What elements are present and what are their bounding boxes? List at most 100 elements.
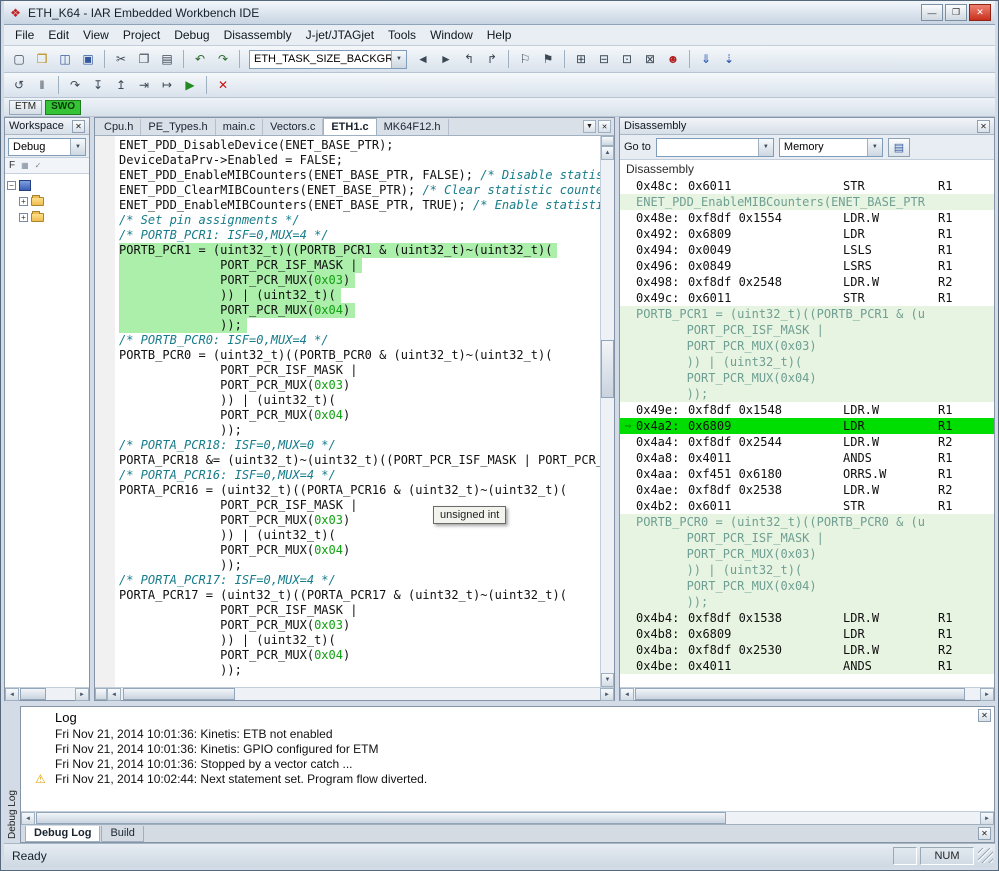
tab-close-icon[interactable]: ✕ [598,120,611,133]
minimize-button[interactable]: — [921,4,943,21]
disasm-row[interactable]: 0x4be:0x4011ANDSR1 [620,658,994,674]
next-statement-button[interactable]: ⇥ [133,75,155,95]
navigate-backward-button[interactable]: ↰ [458,49,480,69]
close-button[interactable]: ✕ [969,4,991,21]
expand-icon[interactable]: + [19,197,28,206]
log-side-tab[interactable]: Debug Log [4,706,20,843]
menu-item-help[interactable]: Help [480,26,519,44]
tab-mk64f12-h[interactable]: MK64F12.h [377,119,449,135]
run-to-cursor-button[interactable]: ↦ [156,75,178,95]
tab-debug-log[interactable]: Debug Log [25,826,100,842]
split-handle[interactable] [95,688,107,700]
disasm-row[interactable]: 0x494:0x0049LSLSR1 [620,242,994,258]
disasm-row[interactable]: 0x49e:0xf8df 0x1548LDR.WR1 [620,402,994,418]
disassembly-close-icon[interactable]: ✕ [977,120,990,133]
target-combo[interactable]: Debug ▼ [8,138,86,156]
download-and-debug-button[interactable]: ⇓ [695,49,717,69]
scroll-track[interactable] [19,688,75,700]
navigate-forward-button[interactable]: ↱ [481,49,503,69]
redo-button[interactable]: ↷ [212,49,234,69]
menu-item-view[interactable]: View [76,26,116,44]
scroll-track[interactable] [121,688,600,700]
editor-vscrollbar[interactable]: ▲ ▼ [600,136,614,687]
goto-combo[interactable]: ▼ [656,138,774,157]
disasm-row[interactable]: PORTB_PCR0 = (uint32_t)((PORTB_PCR0 & (u [620,514,994,530]
disasm-row[interactable]: )); [620,594,994,610]
scroll-left-icon[interactable]: ◄ [5,688,19,701]
disasm-row[interactable]: PORTB_PCR1 = (uint32_t)((PORTB_PCR1 & (u [620,306,994,322]
disasm-row[interactable]: 0x48c:0x6011STRR1 [620,178,994,194]
disasm-row[interactable]: PORT_PCR_MUX(0x04) [620,370,994,386]
disasm-row[interactable]: ENET_PDD_EnableMIBCounters(ENET_BASE_PTR [620,194,994,210]
menu-item-debug[interactable]: Debug [167,26,216,44]
step-over-button[interactable]: ↷ [64,75,86,95]
disasm-row[interactable]: 0x4ba:0xf8df 0x2530LDR.WR2 [620,642,994,658]
disasm-row[interactable]: 0x496:0x0849LSRSR1 [620,258,994,274]
new-document-button[interactable]: ▢ [8,49,30,69]
disasm-row[interactable]: 0x4a4:0xf8df 0x2544LDR.WR2 [620,434,994,450]
view-mode-combo[interactable]: Memory ▼ [779,138,883,157]
menu-item-tools[interactable]: Tools [381,26,423,44]
cut-button[interactable]: ✂ [110,49,132,69]
workspace-close-icon[interactable]: ✕ [72,120,85,133]
disasm-row[interactable]: 0x4aa:0xf451 0x6180ORRS.WR1 [620,466,994,482]
scroll-track[interactable] [35,812,980,824]
next-bookmark-button[interactable]: ⚑ [537,49,559,69]
scroll-right-icon[interactable]: ► [600,688,614,701]
swo-button[interactable]: SWO [45,100,81,115]
chevron-down-icon[interactable]: ▼ [391,51,406,68]
scroll-thumb[interactable] [36,812,726,824]
scroll-up-icon[interactable]: ▲ [601,146,614,160]
tab-list-icon[interactable]: ▼ [583,120,596,133]
chevron-down-icon[interactable]: ▼ [70,139,85,155]
tab-eth1-c[interactable]: ETH1.c [323,118,376,135]
stop-debugging-button[interactable]: ✕ [212,75,234,95]
tree-row-group[interactable]: + [7,209,87,225]
scroll-thumb[interactable] [20,688,46,700]
disassembly-hscrollbar[interactable]: ◄ ► [620,687,994,700]
scroll-track[interactable] [601,160,614,673]
save-button[interactable]: ◫ [54,49,76,69]
disasm-row[interactable]: 0x4a8:0x4011ANDSR1 [620,450,994,466]
tab-vectors-c[interactable]: Vectors.c [263,119,323,135]
chevron-down-icon[interactable]: ▼ [867,139,882,156]
menu-item-edit[interactable]: Edit [41,26,76,44]
find-next-button[interactable]: ► [435,49,457,69]
break-button[interactable]: ‖ [31,75,53,95]
disasm-row[interactable]: PORT_PCR_MUX(0x04) [620,578,994,594]
watch-window-button[interactable]: ⊡ [616,49,638,69]
save-all-button[interactable]: ▣ [77,49,99,69]
tree-row-group[interactable]: + [7,193,87,209]
scroll-thumb[interactable] [601,340,614,398]
find-previous-button[interactable]: ◄ [412,49,434,69]
tab-build[interactable]: Build [101,826,143,842]
debugger-button[interactable]: ☻ [662,49,684,69]
expand-icon[interactable]: + [19,213,28,222]
disasm-row[interactable]: 0x492:0x6809LDRR1 [620,226,994,242]
log-close-icon[interactable]: ✕ [978,709,991,722]
collapse-icon[interactable]: − [7,181,16,190]
open-file-button[interactable]: ❒ [31,49,53,69]
disasm-row[interactable]: ⇨0x4a2:0x6809LDRR1 [620,418,994,434]
disasm-row[interactable]: PORT_PCR_MUX(0x03) [620,546,994,562]
undo-button[interactable]: ↶ [189,49,211,69]
disasm-row[interactable]: )); [620,386,994,402]
tab-pe-types-h[interactable]: PE_Types.h [141,119,215,135]
disasm-row[interactable]: PORT_PCR_ISF_MASK | [620,322,994,338]
etm-button[interactable]: ETM [9,100,42,115]
disasm-row[interactable]: 0x498:0xf8df 0x2548LDR.WR2 [620,274,994,290]
log-hscrollbar[interactable]: ◄ ► [21,811,994,824]
maximize-button[interactable]: ❐ [945,4,967,21]
resize-grip[interactable] [978,848,993,863]
debug-without-downloading-button[interactable]: ⇣ [718,49,740,69]
scroll-thumb[interactable] [123,688,235,700]
code-area[interactable]: ENET_PDD_DisableDevice(ENET_BASE_PTR);De… [119,138,600,678]
menu-item-project[interactable]: Project [116,26,167,44]
disasm-row[interactable]: )) | (uint32_t)( [620,354,994,370]
disasm-view-options-icon[interactable]: ▤ [888,138,910,157]
scroll-thumb[interactable] [635,688,965,700]
scroll-left-icon[interactable]: ◄ [620,688,634,701]
disasm-row[interactable]: PORT_PCR_MUX(0x03) [620,338,994,354]
menu-item-j-jet-jtagjet[interactable]: J-jet/JTAGjet [299,26,381,44]
disasm-row[interactable]: 0x48e:0xf8df 0x1554LDR.WR1 [620,210,994,226]
